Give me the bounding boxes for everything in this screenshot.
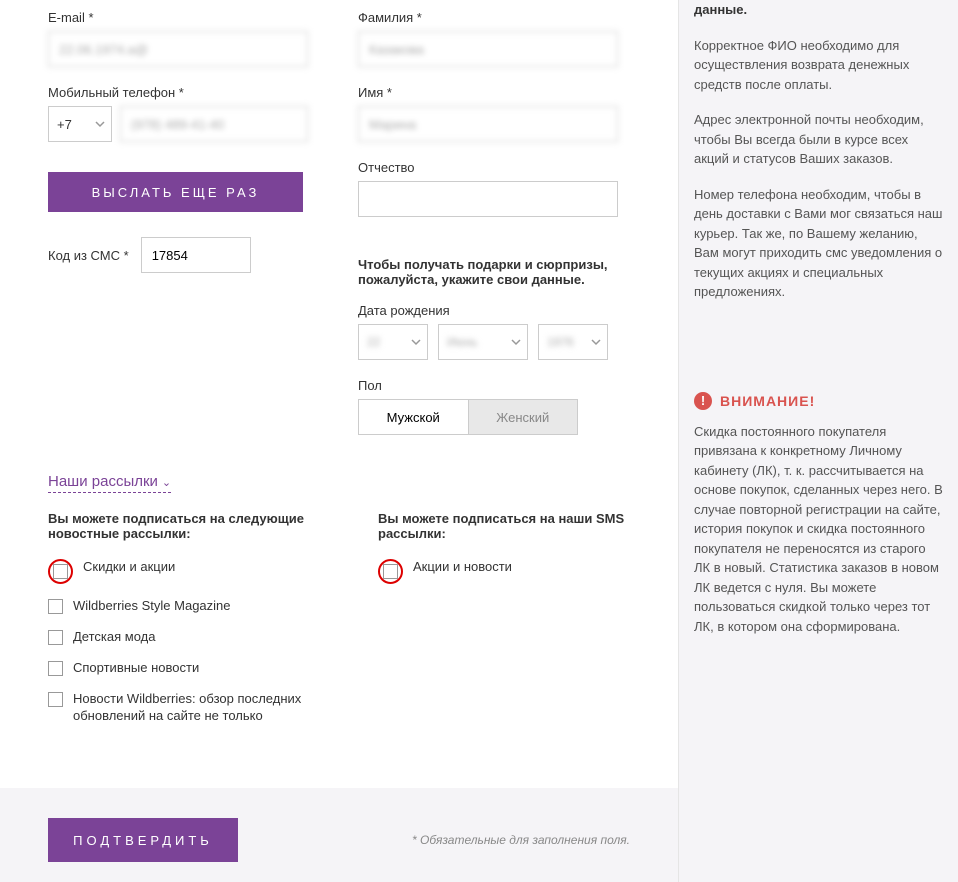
phone-code-value: +7 [57,117,72,132]
attention-title: ВНИМАНИЕ! [720,393,815,409]
birth-day-value: 22 [367,335,380,349]
sms-subscribe-title: Вы можете подписаться на наши SMS рассыл… [378,511,658,541]
news-label-2: Детская мода [73,629,155,646]
news-checkbox-3[interactable] [48,661,63,676]
news-label-0: Скидки и акции [83,559,175,576]
news-checkbox-0[interactable] [53,564,68,579]
birth-day-select[interactable]: 22 [358,324,428,360]
sidebar-para-3: Номер телефона необходим, чтобы в день д… [694,185,943,302]
sidebar-lead: данные. [694,0,943,20]
news-checkbox-2[interactable] [48,630,63,645]
highlight-circle [48,559,73,584]
email-label: E-mail * [48,10,308,25]
phone-input[interactable] [120,106,308,142]
news-subscribe-title: Вы можете подписаться на следующие новос… [48,511,328,541]
gender-female-button[interactable]: Женский [468,399,579,435]
phone-code-select[interactable]: +7 [48,106,112,142]
newsletters-header-label: Наши рассылки [48,473,158,490]
newsletters-toggle[interactable]: Наши рассылки ⌄ [48,473,171,493]
gifts-prompt: Чтобы получать подарки и сюрпризы, пожал… [358,257,618,287]
sidebar-para-2: Адрес электронной почты необходим, чтобы… [694,110,943,169]
required-fields-note: * Обязательные для заполнения поля. [412,832,630,849]
middlename-label: Отчество [358,160,618,175]
resend-sms-button[interactable]: ВЫСЛАТЬ ЕЩЕ РАЗ [48,172,303,212]
middlename-input[interactable] [358,181,618,217]
confirm-button[interactable]: ПОДТВЕРДИТЬ [48,818,238,862]
birthdate-label: Дата рождения [358,303,618,318]
sms-label-0: Акции и новости [413,559,512,576]
news-label-1: Wildberries Style Magazine [73,598,231,615]
chevron-down-icon [591,337,601,347]
news-checkbox-1[interactable] [48,599,63,614]
sidebar-para-1: Корректное ФИО необходимо для осуществле… [694,36,943,95]
firstname-input[interactable] [358,106,618,142]
news-label-3: Спортивные новости [73,660,199,677]
birth-month-select[interactable]: Июнь [438,324,528,360]
chevron-down-icon: ⌄ [162,477,171,489]
chevron-down-icon [95,119,105,129]
email-input[interactable] [48,31,308,67]
news-checkbox-4[interactable] [48,692,63,707]
birth-year-select[interactable]: 1976 [538,324,608,360]
gender-male-button[interactable]: Мужской [358,399,468,435]
sms-code-input[interactable] [141,237,251,273]
gender-label: Пол [358,378,618,393]
attention-text: Скидка постоянного покупателя привязана … [694,422,943,637]
lastname-label: Фамилия * [358,10,618,25]
chevron-down-icon [411,337,421,347]
firstname-label: Имя * [358,85,618,100]
sms-checkbox-0[interactable] [383,564,398,579]
sms-code-label: Код из СМС * [48,248,129,263]
highlight-circle [378,559,403,584]
phone-label: Мобильный телефон * [48,85,308,100]
chevron-down-icon [511,337,521,347]
birth-month-value: Июнь [447,335,478,349]
attention-icon: ! [694,392,712,410]
birth-year-value: 1976 [547,335,574,349]
lastname-input[interactable] [358,31,618,67]
news-label-4: Новости Wildberries: обзор последних обн… [73,691,328,725]
